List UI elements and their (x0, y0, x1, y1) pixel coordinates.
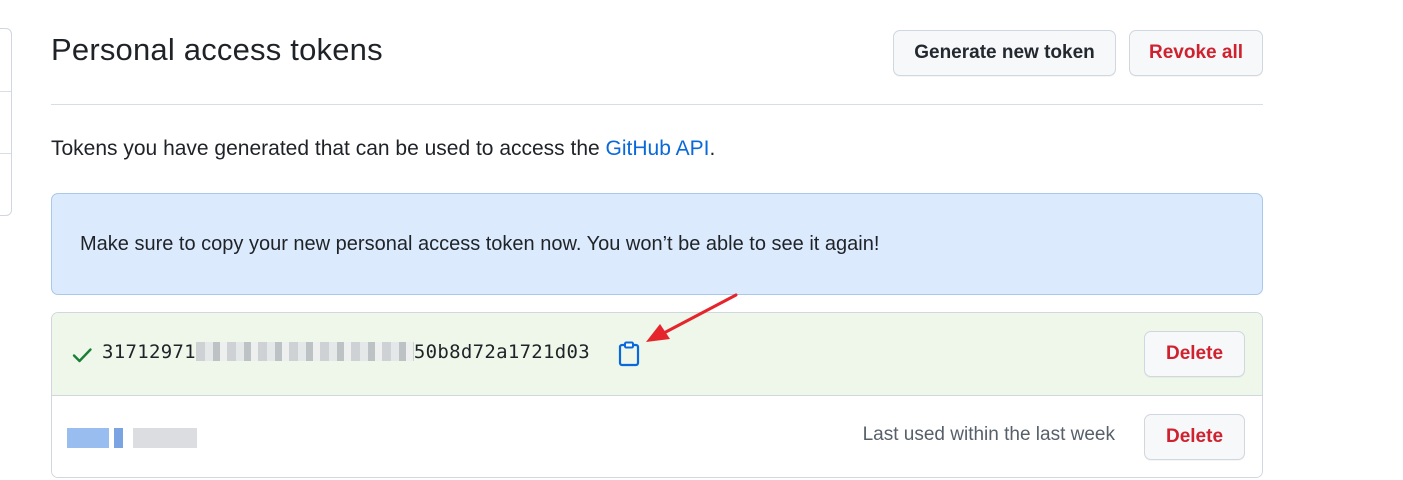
token-note-redacted[interactable] (67, 428, 197, 448)
delete-token-button[interactable]: Delete (1144, 331, 1245, 377)
flash-notice: Make sure to copy your new personal acce… (51, 193, 1263, 295)
last-used-text: Last used within the last week (862, 424, 1115, 445)
token-value-start: 31712971 (102, 341, 196, 363)
intro-text: Tokens you have generated that can be us… (51, 137, 715, 161)
settings-sidebar-edge (0, 28, 12, 216)
github-api-link[interactable]: GitHub API (606, 137, 710, 160)
intro-suffix: . (709, 137, 716, 160)
annotation-arrow-icon (646, 293, 738, 342)
revoke-all-button[interactable]: Revoke all (1129, 30, 1263, 76)
header-divider (51, 104, 1263, 105)
token-value-end: 50b8d72a1721d03 (413, 341, 591, 363)
page-title: Personal access tokens (51, 32, 383, 67)
flash-message: Make sure to copy your new personal acce… (80, 232, 880, 255)
clipboard-icon[interactable] (618, 341, 640, 367)
delete-token-button[interactable]: Delete (1144, 414, 1245, 460)
token-redaction (195, 341, 414, 361)
generate-new-token-button[interactable]: Generate new token (893, 30, 1116, 76)
sidebar-divider (0, 91, 11, 92)
token-row: Last used within the last week Delete (52, 396, 1262, 477)
token-value: 31712971 50b8d72a1721d03 (102, 341, 590, 363)
intro-prefix: Tokens you have generated that can be us… (51, 137, 606, 160)
sidebar-divider (0, 153, 11, 154)
check-icon (72, 348, 92, 363)
